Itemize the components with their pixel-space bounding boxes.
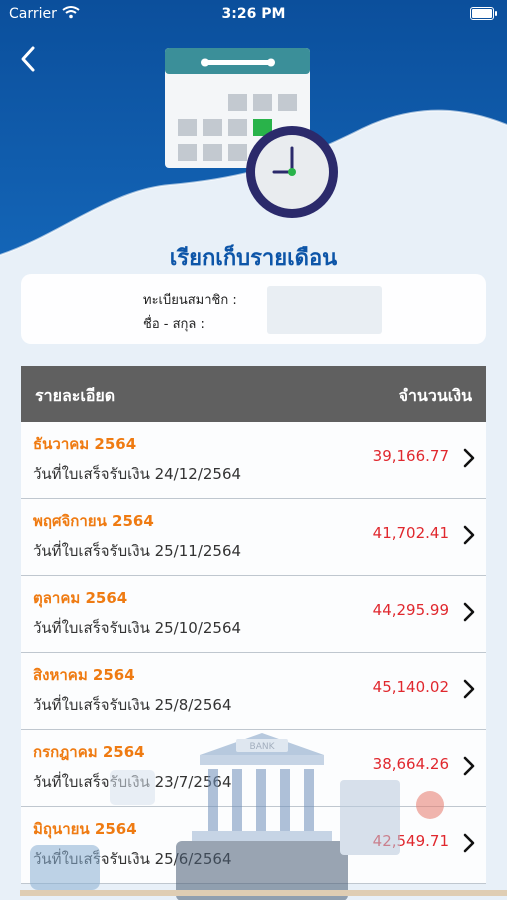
chevron-right-icon[interactable]: [462, 524, 476, 546]
member-name-label: ชื่อ - สกุล :: [143, 317, 205, 332]
chevron-right-icon[interactable]: [462, 678, 476, 700]
billing-table: รายละเอียด จำนวนเงิน ธันวาคม 2564 วันที่ใ…: [21, 366, 486, 900]
chevron-right-icon[interactable]: [462, 601, 476, 623]
row-receipt-date: วันที่ใบเสร็จรับเงิน 25/10/2564: [33, 619, 242, 637]
row-month: ธันวาคม 2564: [33, 435, 137, 453]
billing-row[interactable]: ธันวาคม 2564 วันที่ใบเสร็จรับเงิน 24/12/2…: [21, 422, 486, 499]
status-time: 3:26 PM: [221, 6, 286, 22]
chevron-right-icon[interactable]: [462, 832, 476, 854]
chevron-right-icon[interactable]: [462, 755, 476, 777]
page-title: เรียกเก็บรายเดือน: [169, 246, 338, 271]
row-month: พฤศจิกายน 2564: [33, 512, 154, 530]
row-amount: 38,664.26: [372, 755, 449, 773]
row-amount: 44,295.99: [372, 601, 449, 619]
row-amount: 39,166.77: [372, 447, 449, 465]
row-receipt-date: วันที่ใบเสร็จรับเงิน 25/11/2564: [33, 542, 242, 560]
row-month: มิถุนายน 2564: [33, 820, 137, 838]
row-month: กรกฎาคม 2564: [33, 743, 145, 761]
billing-row[interactable]: สิงหาคม 2564 วันที่ใบเสร็จรับเงิน 25/8/25…: [21, 653, 486, 730]
member-info-card: ทะเบียนสมาชิก : ชื่อ - สกุล :: [21, 274, 486, 344]
billing-row[interactable]: กรกฎาคม 2564 วันที่ใบเสร็จรับเงิน 23/7/25…: [21, 730, 486, 807]
redacted-member-info: [267, 286, 382, 334]
table-header: รายละเอียด จำนวนเงิน: [21, 366, 486, 422]
col-detail-header: รายละเอียด: [35, 386, 116, 405]
battery-icon: [470, 7, 497, 20]
row-amount: 41,702.41: [372, 524, 449, 542]
billing-row[interactable]: มิถุนายน 2564 วันที่ใบเสร็จรับเงิน 25/6/2…: [21, 807, 486, 884]
row-receipt-date: วันที่ใบเสร็จรับเงิน 25/6/2564: [33, 850, 232, 868]
row-receipt-date: วันที่ใบเสร็จรับเงิน 24/12/2564: [33, 465, 242, 483]
row-receipt-date: วันที่ใบเสร็จรับเงิน 23/7/2564: [33, 773, 232, 791]
billing-row[interactable]: ตุลาคม 2564 วันที่ใบเสร็จรับเงิน 25/10/25…: [21, 576, 486, 653]
col-amount-header: จำนวนเงิน: [398, 386, 472, 405]
billing-row[interactable]: พฤศจิกายน 2564 วันที่ใบเสร็จรับเงิน 25/11…: [21, 499, 486, 576]
status-bar: Carrier 3:26 PM: [0, 0, 507, 28]
row-month: ตุลาคม 2564: [33, 589, 128, 607]
row-amount: 42,549.71: [372, 832, 449, 850]
chevron-right-icon[interactable]: [462, 447, 476, 469]
back-button[interactable]: [14, 44, 44, 74]
row-receipt-date: วันที่ใบเสร็จรับเงิน 25/8/2564: [33, 696, 232, 714]
row-month: สิงหาคม 2564: [33, 666, 135, 684]
row-amount: 45,140.02: [372, 678, 449, 696]
calendar-clock-illustration: [165, 48, 338, 218]
member-reg-label: ทะเบียนสมาชิก :: [143, 293, 237, 308]
